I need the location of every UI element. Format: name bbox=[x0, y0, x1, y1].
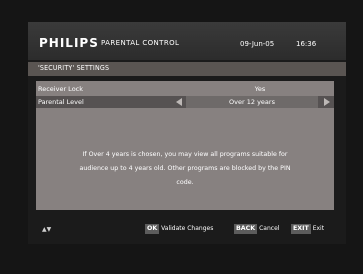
footer-bar: ▲▼ OK Validate Changes BACK Cancel EXIT … bbox=[28, 218, 346, 240]
back-label: Cancel bbox=[259, 225, 280, 232]
left-arrow-icon[interactable] bbox=[176, 98, 182, 106]
setting-label-receiver-lock: Receiver Lock bbox=[38, 85, 84, 93]
help-line: audience up to 4 years old. Other progra… bbox=[79, 165, 291, 172]
time-display: 16:36 bbox=[296, 40, 317, 48]
setting-row-parental-level[interactable]: Parental Level Over 12 years bbox=[36, 96, 334, 108]
right-arrow-icon[interactable] bbox=[324, 98, 330, 106]
section-subtitle: 'SECURITY' SETTINGS bbox=[28, 62, 346, 76]
header-bar: PHILIPS PARENTAL CONTROL 09-Jun-05 16:36 bbox=[28, 22, 346, 60]
up-down-arrows-icon: ▲▼ bbox=[42, 226, 52, 233]
subtitle-text: 'SECURITY' SETTINGS bbox=[38, 64, 110, 72]
setting-value-receiver-lock: Yes bbox=[254, 85, 266, 93]
date-display: 09-Jun-05 bbox=[240, 40, 275, 48]
exit-label: Exit bbox=[312, 225, 325, 232]
back-hint[interactable]: BACK Cancel bbox=[234, 224, 279, 234]
brand-logo: PHILIPS bbox=[39, 36, 99, 50]
exit-key[interactable]: EXIT bbox=[291, 224, 311, 234]
settings-area: Receiver Lock Yes Parental Level Over 12… bbox=[36, 81, 334, 210]
ok-hint[interactable]: OK Validate Changes bbox=[145, 224, 213, 234]
ok-key[interactable]: OK bbox=[145, 224, 160, 234]
page-title: PARENTAL CONTROL bbox=[101, 39, 180, 47]
back-key[interactable]: BACK bbox=[234, 224, 258, 234]
exit-hint[interactable]: EXIT Exit bbox=[291, 224, 324, 234]
help-line: code. bbox=[176, 179, 194, 186]
parental-control-screen: PHILIPS PARENTAL CONTROL 09-Jun-05 16:36… bbox=[28, 22, 346, 244]
help-text: If Over 4 years is chosen, you may view … bbox=[50, 148, 320, 190]
setting-value-parental-level: Over 12 years bbox=[186, 96, 318, 108]
ok-label: Validate Changes bbox=[161, 225, 214, 232]
setting-row-receiver-lock[interactable]: Receiver Lock Yes bbox=[36, 83, 334, 95]
help-line: If Over 4 years is chosen, you may view … bbox=[82, 151, 288, 158]
setting-label-parental-level: Parental Level bbox=[38, 98, 84, 106]
